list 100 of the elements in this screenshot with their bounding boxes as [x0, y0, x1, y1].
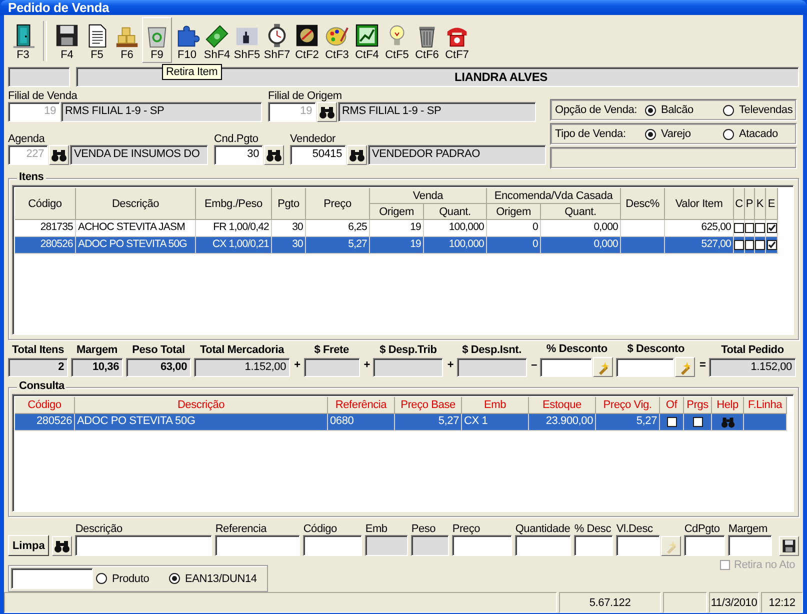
table-cell: 5,27 — [596, 414, 660, 431]
toolbar-button[interactable]: ShF5 — [232, 17, 262, 63]
toolbar-button[interactable]: CtF7 — [442, 17, 472, 63]
input-field[interactable] — [303, 535, 362, 556]
column-group-header: Encomenda/Vda Casada — [487, 188, 621, 204]
column-header[interactable]: Of — [660, 397, 684, 414]
column-header[interactable]: Código — [15, 397, 75, 414]
column-header[interactable]: Emb — [462, 397, 529, 414]
column-header[interactable]: Prgs — [684, 397, 712, 414]
column-header[interactable]: Quant. — [541, 204, 621, 220]
column-header[interactable]: Origem — [487, 204, 541, 220]
radio-label[interactable]: Atacado — [739, 128, 778, 140]
radio-button[interactable] — [723, 128, 734, 140]
toolbar-button[interactable]: F6 — [112, 17, 142, 63]
wand-button[interactable] — [675, 357, 696, 377]
code-field[interactable]: 50415 — [290, 145, 346, 165]
wand-button[interactable] — [593, 357, 614, 377]
search-button[interactable] — [49, 145, 69, 165]
column-header[interactable]: Origem — [370, 204, 424, 220]
column-header[interactable]: Descrição — [75, 397, 328, 414]
radio-button[interactable] — [169, 573, 180, 584]
column-header[interactable]: Preço Vig. — [596, 397, 660, 414]
table-row[interactable]: 280526 ADOC PO STEVITA 50G 0680 5,27 CX 1 23.900,00 5,27 — [15, 414, 791, 431]
toolbar-button[interactable]: F4 — [52, 17, 82, 63]
toolbar-button[interactable]: CtF5 — [382, 17, 412, 63]
column-header[interactable]: F.Linha — [744, 397, 787, 414]
total-field[interactable] — [540, 358, 592, 376]
radio-label[interactable]: Varejo — [661, 128, 691, 140]
toolbar-button[interactable]: F3 — [8, 17, 38, 63]
toolbar-button[interactable]: CtF6 — [412, 17, 442, 63]
input-field[interactable] — [75, 535, 212, 556]
column-header[interactable]: Referência — [328, 397, 395, 414]
table-row[interactable]: 280526 ADOC PO STEVITA 50G CX 1,00/0,21 30 5,27 19 100,000 0 0,000 527,00 — [15, 237, 791, 254]
code-field[interactable]: 30 — [214, 145, 263, 165]
toolbar-button[interactable]: CtF4 — [352, 17, 382, 63]
column-header[interactable]: Estoque — [529, 397, 596, 414]
column-header[interactable]: Preço Base — [395, 397, 462, 414]
binoculars-icon[interactable] — [720, 415, 736, 429]
toolbar-button[interactable]: ShF4 — [202, 17, 232, 63]
checkbox[interactable] — [734, 223, 744, 233]
checkbox[interactable] — [692, 417, 702, 427]
toolbar-button[interactable]: ShF7 — [262, 17, 292, 63]
toolbar-button[interactable]: F5 — [82, 17, 112, 63]
toolbar-button[interactable]: F9 — [142, 17, 172, 63]
checkbox[interactable] — [745, 223, 754, 233]
input-field[interactable] — [452, 535, 512, 556]
column-header[interactable]: Descrição — [76, 188, 196, 220]
search-button[interactable] — [52, 536, 72, 556]
clear-button[interactable]: Limpa — [8, 535, 50, 556]
search-button[interactable] — [264, 145, 284, 165]
radio-button[interactable] — [723, 104, 734, 116]
column-header[interactable]: Valor Item — [665, 188, 734, 220]
column-header[interactable]: Preço — [306, 188, 370, 220]
input-field[interactable] — [515, 535, 572, 556]
field-label: Agenda — [8, 133, 46, 145]
search-button[interactable] — [317, 102, 337, 122]
toolbar-button[interactable]: F10 — [172, 17, 202, 63]
column-header[interactable]: Desc% — [621, 188, 665, 220]
binoculars-icon — [50, 147, 68, 163]
table-cell: 5,27 — [395, 414, 462, 431]
column-header[interactable]: Quant. — [424, 204, 487, 220]
column-header[interactable]: E — [766, 188, 778, 220]
input-field[interactable] — [684, 535, 726, 556]
toolbar-button[interactable]: CtF3 — [322, 17, 352, 63]
column-header[interactable]: Help — [712, 397, 744, 414]
window-title: Pedido de Venda — [8, 0, 110, 15]
checkbox[interactable] — [745, 240, 754, 250]
column-header[interactable]: K — [755, 188, 766, 220]
radio-label[interactable]: Produto — [112, 572, 150, 584]
total-field[interactable] — [616, 358, 674, 376]
input-field[interactable] — [616, 535, 660, 556]
input-field[interactable] — [574, 535, 614, 556]
input-field[interactable] — [728, 535, 772, 556]
toolbar-button[interactable]: CtF2 — [292, 17, 322, 63]
radio-label[interactable]: Balcão — [661, 104, 694, 116]
search-button[interactable] — [347, 145, 367, 165]
save-button[interactable] — [779, 536, 799, 556]
search-field[interactable] — [11, 568, 93, 589]
column-header[interactable]: Código — [15, 188, 76, 220]
wand-button[interactable] — [661, 536, 682, 556]
radio-button[interactable] — [96, 573, 107, 584]
checkbox[interactable] — [755, 240, 765, 250]
column-header[interactable]: C — [734, 188, 745, 220]
checkbox[interactable] — [755, 223, 765, 233]
input-field[interactable] — [215, 535, 300, 556]
checkbox[interactable] — [766, 240, 776, 250]
column-header[interactable]: P — [745, 188, 755, 220]
checkbox[interactable] — [666, 417, 676, 427]
radio-button[interactable] — [645, 104, 656, 116]
checkbox[interactable] — [766, 223, 776, 233]
checkbox[interactable] — [734, 240, 744, 250]
table-cell: 0680 — [328, 414, 395, 431]
radio-button[interactable] — [645, 128, 656, 140]
total-label: Total Itens — [12, 344, 64, 358]
radio-label[interactable]: EAN13/DUN14 — [185, 572, 257, 584]
table-cell: 0,000 — [541, 237, 621, 254]
radio-label[interactable]: Televendas — [739, 104, 793, 116]
column-header[interactable]: Embg./Peso — [196, 188, 272, 220]
table-cell: 527,00 — [665, 237, 734, 254]
column-header[interactable]: Pgto — [272, 188, 306, 220]
